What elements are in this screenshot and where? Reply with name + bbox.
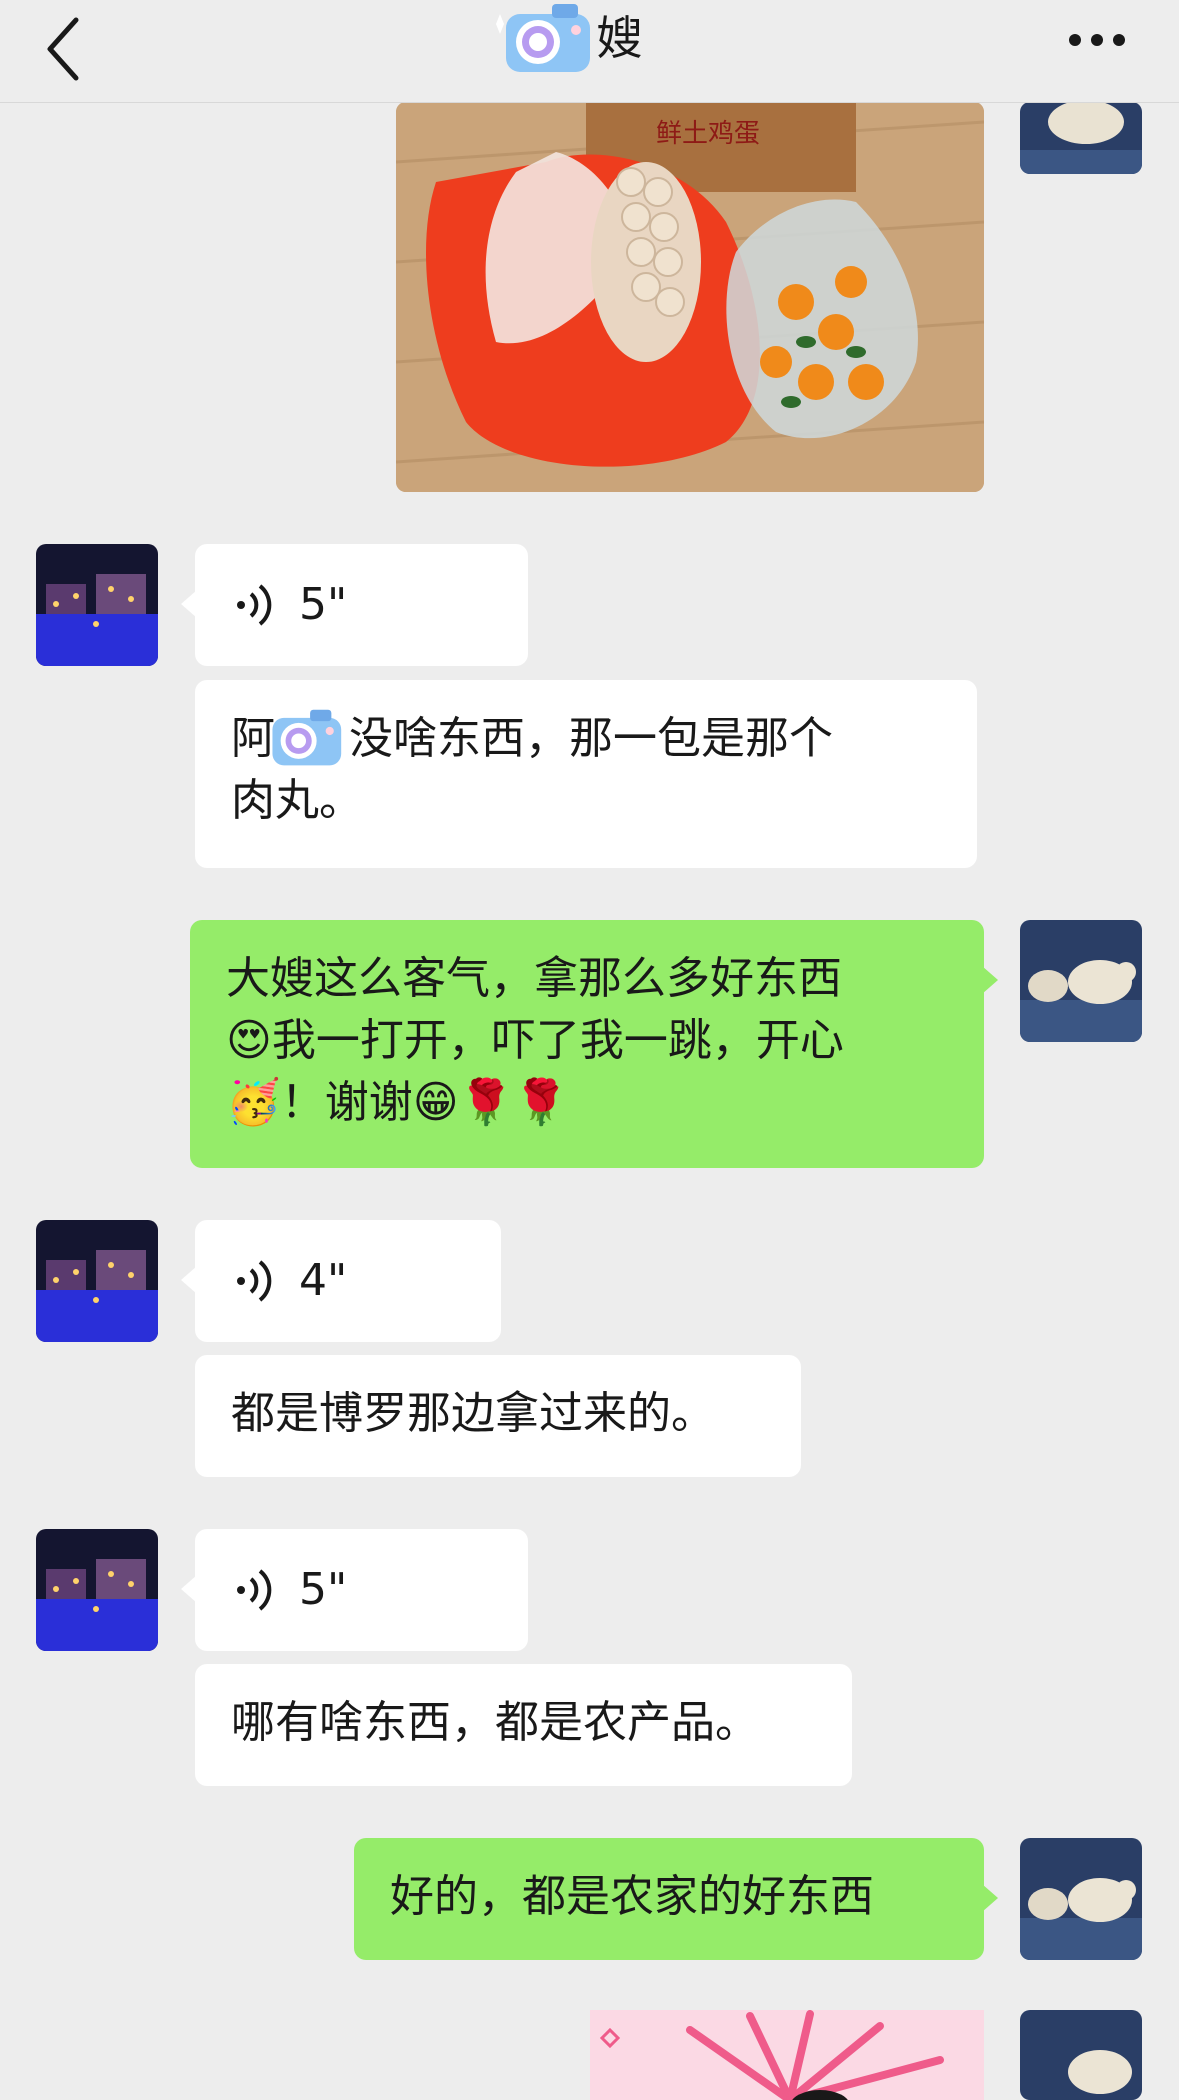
rose-emoji-icon: 🌹 xyxy=(513,1077,569,1128)
camera-sticker-icon xyxy=(272,709,342,766)
photo-image: 鲜土鸡蛋 xyxy=(396,102,984,492)
night-town-avatar-icon xyxy=(36,1220,158,1342)
voice-message[interactable]: 4" xyxy=(181,1220,501,1342)
text-message[interactable]: 都是博罗那边拿过来的。 xyxy=(195,1355,801,1477)
night-town-avatar-icon xyxy=(36,1529,158,1651)
message-text: 好的，都是农家的好东西 xyxy=(390,1871,874,1922)
polar-bear-avatar-icon xyxy=(1020,1838,1142,1960)
message-line: 肉丸。 xyxy=(231,775,363,826)
message-text: 我一打开，吓了我一跳，开心 xyxy=(271,1015,844,1066)
party-face-emoji-icon: 🥳 xyxy=(226,1077,281,1128)
camera-sticker-icon xyxy=(496,4,590,72)
voice-wave-icon xyxy=(237,584,272,626)
contact-avatar[interactable] xyxy=(36,1220,158,1342)
voice-duration: 5" xyxy=(299,1564,348,1615)
self-avatar[interactable] xyxy=(1020,102,1142,174)
polar-bear-avatar-icon xyxy=(1020,920,1142,1042)
voice-message[interactable]: 5" xyxy=(181,544,528,666)
message-line: 大嫂这么客气，拿那么多好东西 xyxy=(226,953,842,1004)
sticker-message[interactable] xyxy=(590,2010,984,2100)
text-message[interactable]: 好的，都是农家的好东西 xyxy=(354,1838,998,1960)
voice-wave-icon xyxy=(237,1260,272,1302)
photo-box-text: 鲜土鸡蛋 xyxy=(656,119,760,149)
chat-header: 嫂 xyxy=(0,0,1179,103)
self-avatar[interactable] xyxy=(1020,2010,1142,2100)
voice-message[interactable]: 5" xyxy=(181,1529,528,1651)
message-text: 哪有啥东西，都是农产品。 xyxy=(231,1697,759,1748)
contact-avatar[interactable] xyxy=(36,1529,158,1651)
heart-eyes-emoji-icon: 😍 xyxy=(226,1015,272,1066)
contact-avatar[interactable] xyxy=(36,544,158,666)
sunburst-sticker-icon xyxy=(590,2010,984,2100)
rose-emoji-icon: 🌹 xyxy=(458,1077,514,1128)
voice-wave-icon xyxy=(237,1569,272,1611)
message-text: 没啥东西，那一包是那个 xyxy=(349,713,833,764)
voice-duration: 5" xyxy=(299,579,348,630)
message-text: 都是博罗那边拿过来的。 xyxy=(231,1388,715,1439)
polar-bear-avatar-icon xyxy=(1020,2010,1142,2100)
text-message[interactable]: 大嫂这么客气，拿那么多好东西 😍我一打开，吓了我一跳，开心 🥳！谢谢😁🌹🌹 xyxy=(190,920,998,1168)
self-avatar[interactable] xyxy=(1020,1838,1142,1960)
polar-bear-avatar-icon xyxy=(1020,102,1142,174)
grin-emoji-icon: 😁 xyxy=(412,1077,459,1128)
photo-message[interactable]: 鲜土鸡蛋 xyxy=(396,102,984,492)
voice-duration: 4" xyxy=(299,1255,348,1306)
more-dots-icon[interactable] xyxy=(1065,20,1129,60)
message-line: 🥳！谢谢😁🌹🌹 xyxy=(226,1072,948,1134)
text-message[interactable]: 哪有啥东西，都是农产品。 xyxy=(195,1664,852,1786)
message-line: 😍我一打开，吓了我一跳，开心 xyxy=(226,1010,948,1072)
text-message[interactable]: 阿没啥东西，那一包是那个 肉丸。 xyxy=(195,680,977,868)
self-avatar[interactable] xyxy=(1020,920,1142,1042)
message-text: ！谢谢 xyxy=(280,1077,413,1128)
night-town-avatar-icon xyxy=(36,544,158,666)
